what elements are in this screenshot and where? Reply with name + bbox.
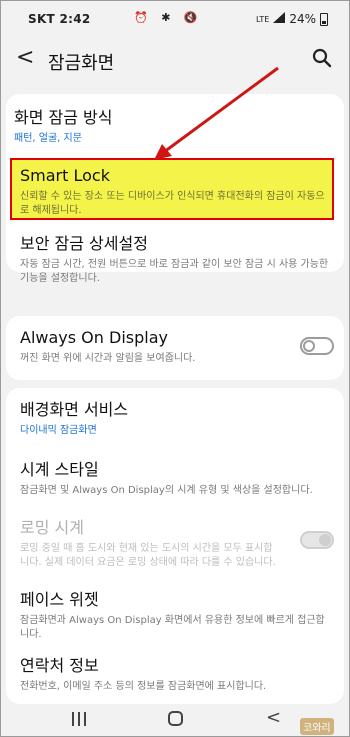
home-icon[interactable] (168, 711, 183, 726)
annotation-arrow (154, 66, 279, 160)
back-nav-icon[interactable]: < (266, 708, 281, 728)
recent-apps-icon[interactable] (72, 712, 86, 726)
watermark-logo: 코와리 (300, 718, 334, 735)
navigation-bar: < (0, 704, 350, 737)
